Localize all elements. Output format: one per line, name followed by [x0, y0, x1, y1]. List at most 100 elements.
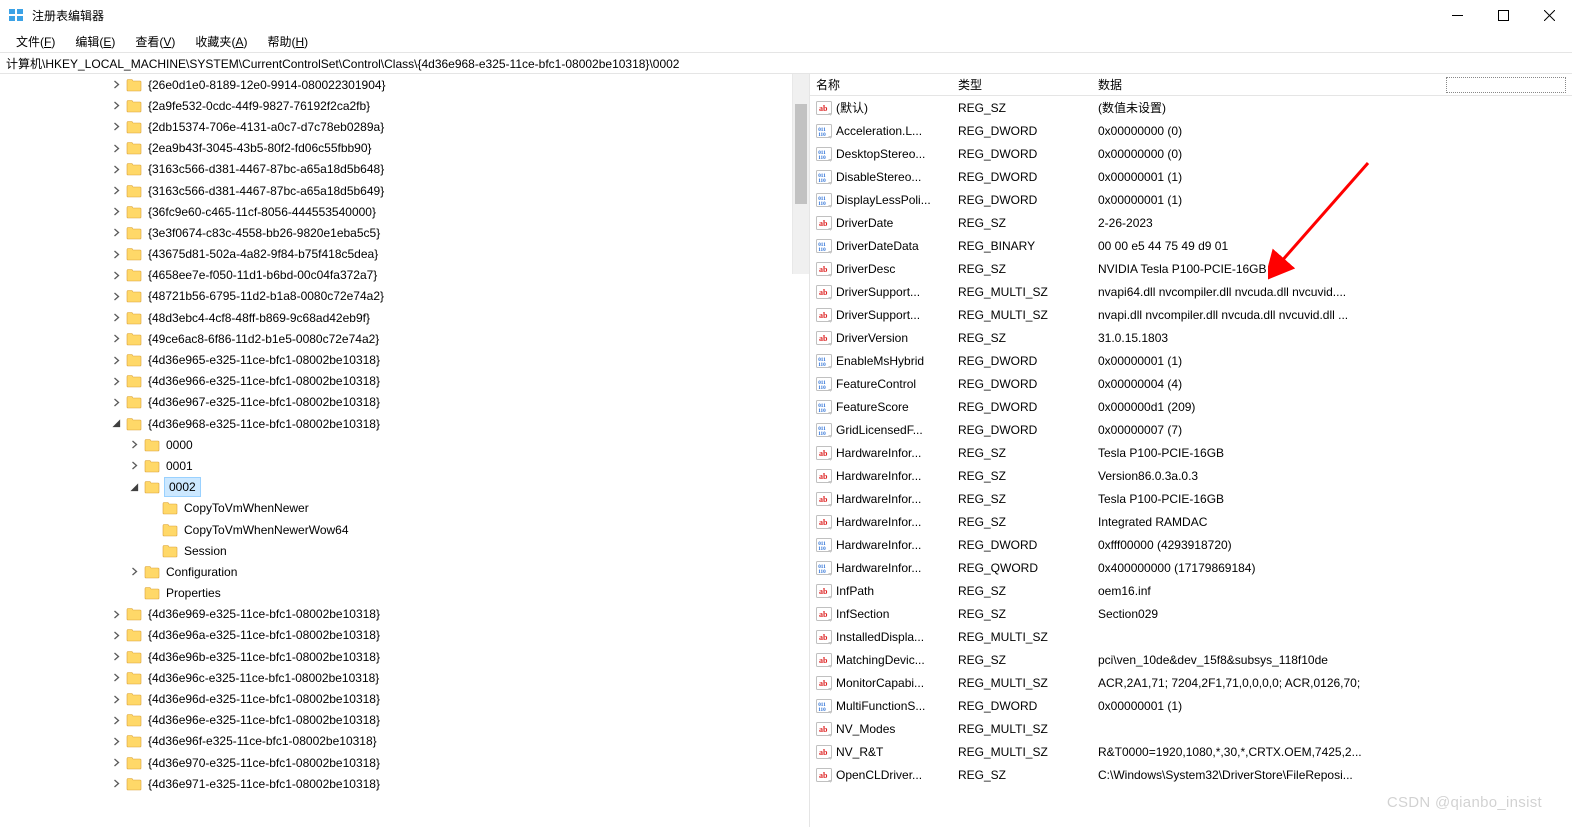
value-row[interactable]: ab HardwareInfor... REG_SZ Version86.0.3… [810, 464, 1572, 487]
value-row[interactable]: ab DriverVersion REG_SZ 31.0.15.1803 [810, 326, 1572, 349]
expander-icon[interactable] [108, 183, 124, 199]
expander-icon[interactable] [108, 606, 124, 622]
close-button[interactable] [1526, 0, 1572, 30]
value-row[interactable]: ab DriverSupport... REG_MULTI_SZ nvapi.d… [810, 303, 1572, 326]
tree-item[interactable]: {4d36e96f-e325-11ce-bfc1-08002be10318} [0, 731, 809, 752]
tree-item[interactable]: Properties [0, 583, 809, 604]
tree-item[interactable]: {4d36e967-e325-11ce-bfc1-08002be10318} [0, 392, 809, 413]
tree-item[interactable]: Session [0, 540, 809, 561]
value-row[interactable]: 011 110 MultiFunctionS... REG_DWORD 0x00… [810, 694, 1572, 717]
value-row[interactable]: 011 110 GridLicensedF... REG_DWORD 0x000… [810, 418, 1572, 441]
value-row[interactable]: ab HardwareInfor... REG_SZ Tesla P100-PC… [810, 487, 1572, 510]
menu-favorites[interactable]: 收藏夹(A) [185, 31, 257, 52]
expander-icon[interactable] [108, 161, 124, 177]
expander-icon[interactable] [126, 458, 142, 474]
expander-icon[interactable] [108, 246, 124, 262]
expander-icon[interactable] [108, 755, 124, 771]
values-list[interactable]: ab (默认) REG_SZ (数值未设置) 011 110 Accelerat… [810, 96, 1572, 786]
expander-icon[interactable] [108, 733, 124, 749]
expander-icon[interactable] [108, 776, 124, 792]
value-row[interactable]: ab DriverSupport... REG_MULTI_SZ nvapi64… [810, 280, 1572, 303]
menu-view[interactable]: 查看(V) [125, 31, 185, 52]
expander-icon[interactable] [108, 225, 124, 241]
value-row[interactable]: ab HardwareInfor... REG_SZ Integrated RA… [810, 510, 1572, 533]
tree-item[interactable]: {26e0d1e0-8189-12e0-9914-080022301904} [0, 74, 809, 95]
value-row[interactable]: ab InfSection REG_SZ Section029 [810, 602, 1572, 625]
value-row[interactable]: ab NV_Modes REG_MULTI_SZ [810, 717, 1572, 740]
tree-item[interactable]: {2db15374-706e-4131-a0c7-d7c78eb0289a} [0, 116, 809, 137]
tree-item[interactable]: CopyToVmWhenNewer [0, 498, 809, 519]
tree-item[interactable]: CopyToVmWhenNewerWow64 [0, 519, 809, 540]
expander-icon[interactable] [108, 119, 124, 135]
tree-item[interactable]: {2a9fe532-0cdc-44f9-9827-76192f2ca2fb} [0, 95, 809, 116]
tree-item[interactable]: {4d36e96c-e325-11ce-bfc1-08002be10318} [0, 667, 809, 688]
column-type[interactable]: 类型 [952, 74, 1092, 95]
tree-item[interactable]: 0001 [0, 455, 809, 476]
tree-item[interactable]: {3163c566-d381-4467-87bc-a65a18d5b648} [0, 159, 809, 180]
value-row[interactable]: ab InstalledDispla... REG_MULTI_SZ [810, 625, 1572, 648]
tree-item[interactable]: {3e3f0674-c83c-4558-bb26-9820e1eba5c5} [0, 222, 809, 243]
tree-item[interactable]: {4d36e968-e325-11ce-bfc1-08002be10318} [0, 413, 809, 434]
address-input[interactable] [4, 54, 1568, 72]
expander-icon[interactable] [108, 373, 124, 389]
tree-item[interactable]: {4d36e965-e325-11ce-bfc1-08002be10318} [0, 349, 809, 370]
expander-icon[interactable] [108, 670, 124, 686]
value-row[interactable]: ab HardwareInfor... REG_SZ Tesla P100-PC… [810, 441, 1572, 464]
tree-item[interactable]: {48d3ebc4-4cf8-48ff-b869-9c68ad42eb9f} [0, 307, 809, 328]
minimize-button[interactable] [1434, 0, 1480, 30]
menu-edit[interactable]: 编辑(E) [65, 31, 125, 52]
tree-item[interactable]: {4d36e970-e325-11ce-bfc1-08002be10318} [0, 752, 809, 773]
value-row[interactable]: ab NV_R&T REG_MULTI_SZ R&T0000=1920,1080… [810, 740, 1572, 763]
value-row[interactable]: ab (默认) REG_SZ (数值未设置) [810, 96, 1572, 119]
tree-item[interactable]: {4d36e971-e325-11ce-bfc1-08002be10318} [0, 773, 809, 794]
expander-icon[interactable] [108, 204, 124, 220]
value-row[interactable]: 011 110 FeatureScore REG_DWORD 0x000000d… [810, 395, 1572, 418]
expander-icon[interactable] [108, 267, 124, 283]
expander-icon[interactable] [108, 310, 124, 326]
expander-icon[interactable] [108, 331, 124, 347]
expander-icon[interactable] [108, 394, 124, 410]
expander-icon[interactable] [108, 140, 124, 156]
tree-item[interactable]: {4658ee7e-f050-11d1-b6bd-00c04fa372a7} [0, 265, 809, 286]
expander-icon[interactable] [108, 416, 124, 432]
tree-item[interactable]: {43675d81-502a-4a82-9f84-b75f418c5dea} [0, 244, 809, 265]
tree-item[interactable]: {3163c566-d381-4467-87bc-a65a18d5b649} [0, 180, 809, 201]
value-row[interactable]: ab DriverDate REG_SZ 2-26-2023 [810, 211, 1572, 234]
menu-file[interactable]: 文件(F) [6, 31, 65, 52]
tree-item[interactable]: 0002 [0, 477, 809, 498]
tree-item[interactable]: {4d36e96a-e325-11ce-bfc1-08002be10318} [0, 625, 809, 646]
value-row[interactable]: 011 110 DriverDateData REG_BINARY 00 00 … [810, 234, 1572, 257]
tree-item[interactable]: 0000 [0, 434, 809, 455]
tree-item[interactable]: {4d36e966-e325-11ce-bfc1-08002be10318} [0, 371, 809, 392]
registry-tree[interactable]: {26e0d1e0-8189-12e0-9914-080022301904} {… [0, 74, 809, 794]
tree-item[interactable]: {49ce6ac8-6f86-11d2-b1e5-0080c72e74a2} [0, 328, 809, 349]
expander-icon[interactable] [108, 98, 124, 114]
value-row[interactable]: ab InfPath REG_SZ oem16.inf [810, 579, 1572, 602]
tree-item[interactable]: {4d36e969-e325-11ce-bfc1-08002be10318} [0, 604, 809, 625]
value-row[interactable]: ab OpenCLDriver... REG_SZ C:\Windows\Sys… [810, 763, 1572, 786]
value-row[interactable]: ab DriverDesc REG_SZ NVIDIA Tesla P100-P… [810, 257, 1572, 280]
tree-item[interactable]: {4d36e96d-e325-11ce-bfc1-08002be10318} [0, 688, 809, 709]
value-row[interactable]: 011 110 DesktopStereo... REG_DWORD 0x000… [810, 142, 1572, 165]
tree-item[interactable]: {4d36e96e-e325-11ce-bfc1-08002be10318} [0, 710, 809, 731]
tree-item[interactable]: {36fc9e60-c465-11cf-8056-444553540000} [0, 201, 809, 222]
menu-help[interactable]: 帮助(H) [257, 31, 318, 52]
expander-icon[interactable] [108, 77, 124, 93]
tree-item[interactable]: {48721b56-6795-11d2-b1a8-0080c72e74a2} [0, 286, 809, 307]
column-data[interactable]: 数据 [1092, 74, 1572, 95]
maximize-button[interactable] [1480, 0, 1526, 30]
tree-item[interactable]: {4d36e96b-e325-11ce-bfc1-08002be10318} [0, 646, 809, 667]
expander-icon[interactable] [126, 437, 142, 453]
value-row[interactable]: ab MonitorCapabi... REG_MULTI_SZ ACR,2A1… [810, 671, 1572, 694]
tree-item[interactable]: Configuration [0, 561, 809, 582]
expander-icon[interactable] [126, 479, 142, 495]
tree-scrollbar-thumb[interactable] [795, 104, 807, 204]
value-row[interactable]: 011 110 DisplayLessPoli... REG_DWORD 0x0… [810, 188, 1572, 211]
column-name[interactable]: 名称 [810, 74, 952, 95]
value-row[interactable]: 011 110 EnableMsHybrid REG_DWORD 0x00000… [810, 349, 1572, 372]
expander-icon[interactable] [108, 352, 124, 368]
tree-item[interactable]: {2ea9b43f-3045-43b5-80f2-fd06c55fbb90} [0, 138, 809, 159]
value-row[interactable]: 011 110 FeatureControl REG_DWORD 0x00000… [810, 372, 1572, 395]
expander-icon[interactable] [108, 691, 124, 707]
expander-icon[interactable] [108, 288, 124, 304]
